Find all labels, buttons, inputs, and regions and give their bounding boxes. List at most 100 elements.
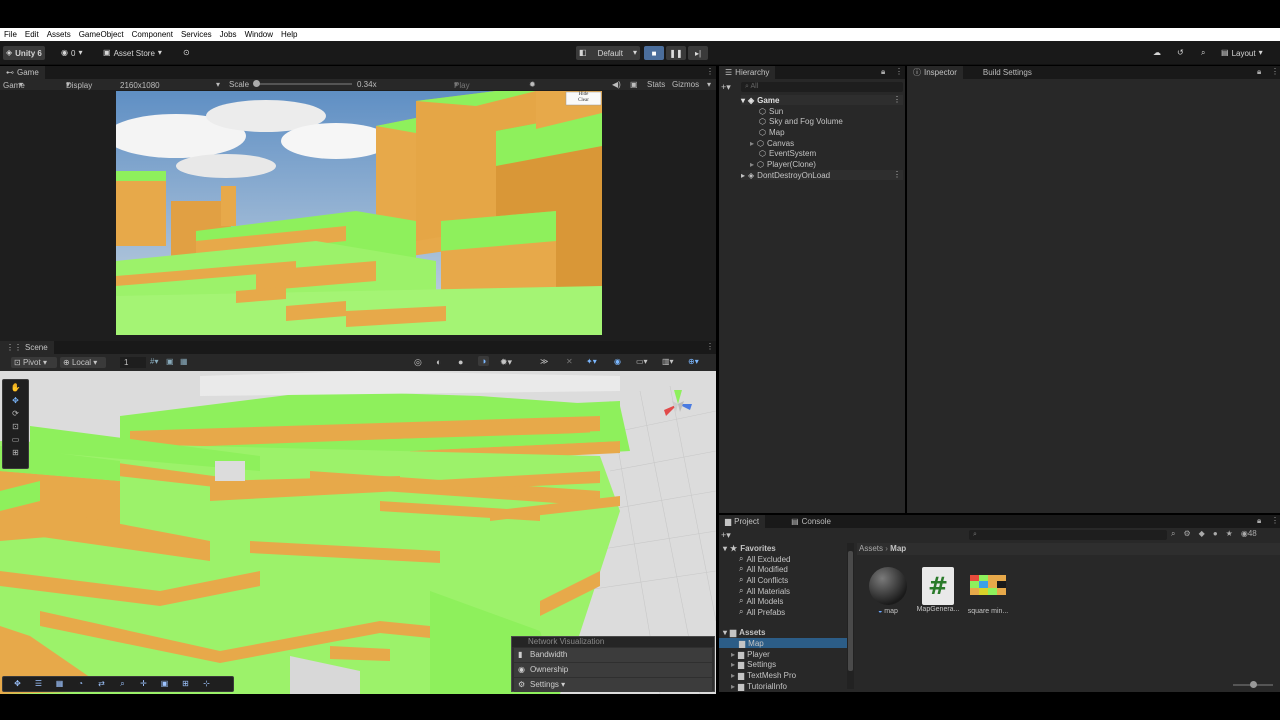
asset-square-minimap[interactable]: square min... — [963, 566, 1013, 615]
move-overlay-icon[interactable]: ✥ — [9, 678, 26, 690]
scrollbar-thumb[interactable] — [848, 551, 853, 671]
tab-build-settings[interactable]: Build Settings — [977, 66, 1038, 79]
warning-icon[interactable]: ● — [1213, 529, 1218, 539]
filter-icon[interactable]: ⚙ — [1183, 529, 1190, 539]
tab-game[interactable]: ⊷ Game — [0, 66, 45, 79]
overlay-clear-button[interactable]: Clear — [568, 98, 599, 104]
grid-snap-input[interactable]: 1 — [120, 357, 146, 368]
shaded-icon[interactable]: ● — [458, 357, 463, 367]
camera-icon[interactable]: ▭▾ — [636, 357, 648, 366]
screenshot-icon[interactable]: ▣ — [630, 80, 638, 89]
local-dropdown[interactable]: ⊕ Local ▾ — [60, 357, 106, 368]
layout-dropdown[interactable]: ▤ Layout ▾ — [1218, 46, 1266, 60]
unity-account-button[interactable]: ◈ Unity 6 — [3, 46, 45, 60]
undo-history-button[interactable]: ↺ — [1174, 46, 1187, 60]
rect-tool-icon[interactable]: ▭ — [10, 435, 22, 445]
netvis-ownership-row[interactable]: ◉ Ownership — [514, 663, 712, 677]
menu-file[interactable]: File — [4, 30, 17, 39]
folder-player[interactable]: ▸ ▆ Player — [731, 649, 770, 659]
play-focused-dropdown[interactable]: Play Focused ▾ — [454, 80, 485, 99]
search-button[interactable]: ⌕ — [1198, 46, 1208, 60]
scale-slider[interactable] — [256, 83, 352, 85]
menu-edit[interactable]: Edit — [25, 30, 39, 39]
favorite-item[interactable]: ⌕ All Models — [739, 596, 783, 606]
transform-tool-icon[interactable]: ⊞ — [10, 448, 22, 458]
asset-map-material[interactable]: ◒ map — [863, 566, 913, 615]
folder-textmeshpro[interactable]: ▸ ▆ TextMesh Pro — [731, 670, 796, 680]
game-render-image[interactable]: Hide Clear — [116, 91, 602, 335]
camera-overlay-icon[interactable]: ▣ — [156, 678, 173, 690]
menu-help[interactable]: Help — [281, 30, 297, 39]
favorite-item[interactable]: ⌕ All Excluded — [739, 554, 791, 564]
draw-mode-icon[interactable]: ◎ — [414, 357, 422, 368]
assets-header[interactable]: ▾ ▆ Assets — [723, 627, 765, 637]
grid-icon[interactable]: #▾ — [150, 357, 158, 366]
tab-scene[interactable]: ⋮⋮ Scene — [0, 341, 54, 354]
folder-tutorialinfo[interactable]: ▸ ▆ TutorialInfo — [731, 681, 787, 691]
game-viewport[interactable]: Hide Clear — [0, 90, 716, 343]
game-mode-dropdown[interactable]: Game ▾ — [3, 80, 25, 90]
lighting-toggle-icon[interactable]: ◑ — [478, 356, 490, 366]
folder-settings[interactable]: ▸ ▆ Settings — [731, 659, 776, 669]
favorite-item[interactable]: ⌕ All Conflicts — [739, 575, 788, 585]
scale-slider-thumb[interactable] — [253, 80, 260, 87]
favorite-item[interactable]: ⌕ All Materials — [739, 586, 790, 596]
2d-toggle-icon[interactable]: ≫ — [540, 357, 548, 366]
effects-toggle-icon[interactable]: ✦▾ — [586, 357, 597, 366]
asset-store-button[interactable]: ▣ Asset Store ▾ — [100, 46, 165, 60]
pivot-dropdown[interactable]: ⊡ Pivot ▾ — [11, 357, 57, 368]
pan-overlay-icon[interactable]: ✛ — [135, 678, 152, 690]
gizmos-toggle-icon[interactable]: ⊕▾ — [688, 357, 699, 366]
menu-assets[interactable]: Assets — [47, 30, 71, 39]
menu-component[interactable]: Component — [132, 30, 173, 39]
tab-console[interactable]: ▤ Console — [785, 515, 837, 528]
netvis-settings-row[interactable]: ⚙ Settings ▾ — [514, 678, 712, 692]
menu-services[interactable]: Services — [181, 30, 212, 39]
kebab-menu-icon[interactable]: ⋮ — [1271, 67, 1279, 76]
favorites-header[interactable]: ▾ ★ Favorites — [723, 543, 776, 553]
asset-mapgenerator-script[interactable]: # MapGenera... — [913, 566, 963, 613]
hand-tool-icon[interactable]: ✋ — [10, 383, 22, 393]
favorite-item[interactable]: ⌕ All Modified — [739, 564, 788, 574]
folder-tree-scrollbar[interactable] — [847, 543, 854, 689]
stats-button[interactable]: Stats — [647, 80, 665, 89]
hierarchy-item-sky[interactable]: ⬡ Sky and Fog Volume — [759, 116, 843, 126]
hierarchy-item-canvas[interactable]: ▸ ⬡ Canvas — [750, 138, 794, 148]
scene-viewport[interactable]: ✋ ✥ ⟳ ⊡ ▭ ⊞ ✥ ☰ ▦ ◔ ⇄ ⌕ ✛ ▣ ⊞ ⊹ Network … — [0, 371, 716, 694]
kebab-menu-icon[interactable]: ⋮ — [706, 67, 714, 76]
lock-icon[interactable]: 🔒︎ — [1257, 516, 1261, 526]
label-icon[interactable]: ◆ — [1199, 529, 1205, 539]
breadcrumb-assets[interactable]: Assets — [859, 544, 883, 553]
grid-overlay-icon[interactable]: ▦ — [51, 678, 68, 690]
more-overlay-icon[interactable]: ⊹ — [198, 678, 215, 690]
netvis-bandwidth-row[interactable]: ▮ Bandwidth — [514, 648, 712, 662]
align-overlay-icon[interactable]: ☰ — [30, 678, 47, 690]
cloud-settings-button[interactable]: ⊙ — [180, 46, 193, 60]
cloud-button[interactable]: ☁ — [1150, 46, 1164, 60]
project-search-input[interactable]: ⌕ — [969, 530, 1167, 540]
lock-icon[interactable]: 🔒︎ — [1257, 67, 1261, 77]
visibility-count[interactable]: ◉48 — [1241, 529, 1257, 539]
kebab-menu-icon[interactable]: ⋮ — [893, 95, 901, 104]
search-overlay-icon[interactable]: ⌕ — [114, 678, 131, 690]
kebab-menu-icon[interactable]: ⋮ — [895, 67, 903, 76]
tab-project[interactable]: ▆ Project — [719, 515, 766, 528]
thumbnail-size-slider-thumb[interactable] — [1250, 681, 1257, 688]
tab-inspector[interactable]: ⓘ Inspector — [907, 66, 963, 79]
collab-button[interactable]: ◉ 0 ▾ — [58, 46, 85, 60]
kebab-menu-icon[interactable]: ⋮ — [706, 342, 714, 351]
hierarchy-search-input[interactable]: ⌕ All — [741, 82, 903, 92]
hierarchy-scene-game[interactable]: ▾ ◈ Game — [741, 95, 903, 105]
gizmos-button[interactable]: Gizmos — [672, 80, 699, 89]
breadcrumb-map[interactable]: Map — [890, 544, 906, 553]
star-icon[interactable]: ★ — [1226, 529, 1233, 539]
fx-toggle-icon[interactable]: ✹▾ — [500, 357, 512, 368]
debug-overlay-panel[interactable]: Hide Clear — [568, 92, 599, 104]
step-button[interactable]: ▸| — [688, 46, 708, 60]
move-tool-icon[interactable]: ✥ — [10, 396, 22, 406]
snap-icon[interactable]: ▣ — [166, 357, 174, 366]
rotate-tool-icon[interactable]: ⟳ — [10, 409, 22, 419]
bug-icon[interactable]: ✹ — [529, 80, 536, 89]
create-asset-button[interactable]: +▾ — [721, 530, 731, 541]
rotate-overlay-icon[interactable]: ◔ — [72, 678, 89, 690]
